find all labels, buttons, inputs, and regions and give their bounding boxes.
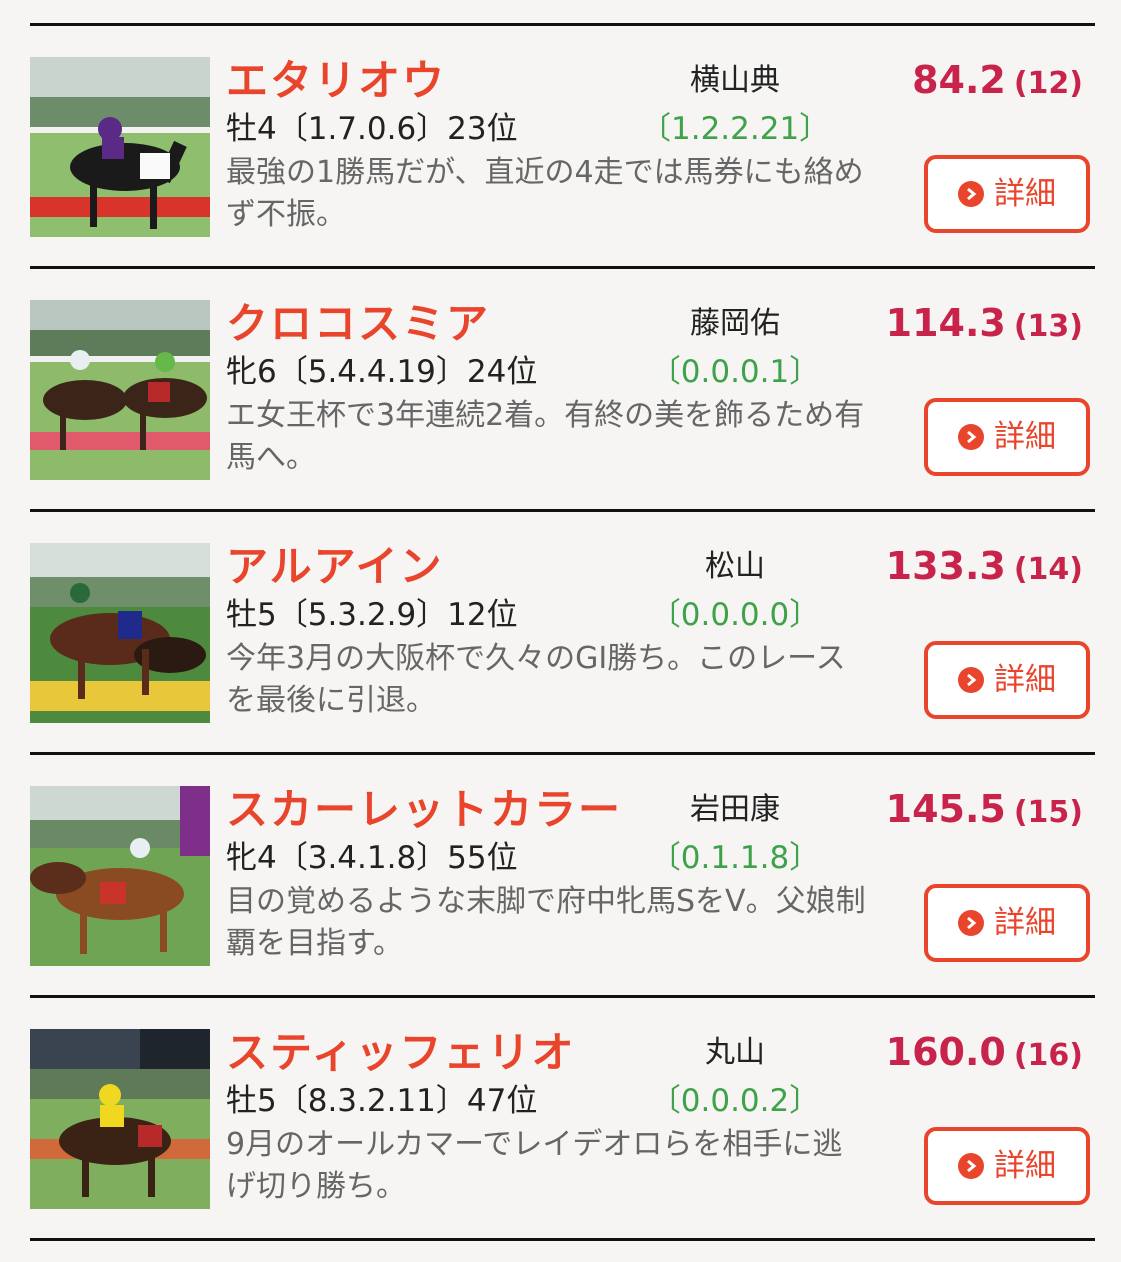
detail-button[interactable]: 詳細 xyxy=(924,1127,1090,1205)
detail-button-label: 詳細 xyxy=(994,176,1056,212)
course-record: 〔0.1.1.8〕 xyxy=(649,840,821,876)
jockey-name: 丸山 xyxy=(705,1035,765,1070)
detail-button[interactable]: 詳細 xyxy=(924,155,1090,233)
horse-profile: 牝4〔3.4.1.8〕55位 xyxy=(226,840,518,876)
odds-display: 84.2 (12) xyxy=(912,57,1083,111)
odds-value: 114.3 xyxy=(885,301,1006,345)
chevron-right-icon xyxy=(958,910,984,936)
detail-button-label: 詳細 xyxy=(994,419,1056,455)
detail-button[interactable]: 詳細 xyxy=(924,641,1090,719)
chevron-right-icon xyxy=(958,667,984,693)
horse-name[interactable]: アルアイン xyxy=(226,541,443,593)
horse-name[interactable]: スカーレットカラー xyxy=(226,784,622,836)
popularity-rank: (14) xyxy=(1013,552,1083,587)
odds-value: 145.5 xyxy=(885,787,1006,831)
horse-photo[interactable] xyxy=(30,543,210,723)
horse-entry: アルアイン 松山 133.3 (14) 牡5〔5.3.2.9〕12位 〔0.0.0… xyxy=(0,511,1121,754)
horse-photo[interactable] xyxy=(30,57,210,237)
horse-entry: スカーレットカラー 岩田康 145.5 (15) 牝4〔3.4.1.8〕55位 〔… xyxy=(0,754,1121,997)
horse-profile: 牝6〔5.4.4.19〕24位 xyxy=(226,354,538,390)
horse-list: エタリオウ 横山典 84.2 (12) 牡4〔1.7.0.6〕23位 〔1.2.2… xyxy=(0,0,1121,1262)
detail-button-label: 詳細 xyxy=(994,905,1056,941)
odds-display: 133.3 (14) xyxy=(886,543,1083,597)
horse-profile: 牡5〔8.3.2.11〕47位 xyxy=(226,1083,538,1119)
horse-entry: エタリオウ 横山典 84.2 (12) 牡4〔1.7.0.6〕23位 〔1.2.2… xyxy=(0,25,1121,268)
odds-display: 114.3 (13) xyxy=(886,300,1083,354)
jockey-name: 松山 xyxy=(705,549,765,584)
odds-display: 160.0 (16) xyxy=(886,1029,1083,1083)
odds-display: 145.5 (15) xyxy=(886,786,1083,840)
horse-profile: 牡5〔5.3.2.9〕12位 xyxy=(226,597,518,633)
horse-comment: エ女王杯で3年連続2着。有終の美を飾るため有馬へ。 xyxy=(226,398,865,475)
chevron-right-icon xyxy=(958,424,984,450)
divider xyxy=(30,1238,1095,1241)
detail-button-label: 詳細 xyxy=(994,1148,1056,1184)
course-record: 〔1.2.2.21〕 xyxy=(640,111,831,147)
jockey-name: 横山典 xyxy=(690,63,780,98)
jockey-name: 藤岡佑 xyxy=(690,306,780,341)
horse-entry: スティッフェリオ 丸山 160.0 (16) 牡5〔8.3.2.11〕47位 〔0… xyxy=(0,997,1121,1240)
course-record: 〔0.0.0.1〕 xyxy=(649,354,821,390)
popularity-rank: (15) xyxy=(1013,795,1083,830)
odds-value: 133.3 xyxy=(885,544,1006,588)
detail-button[interactable]: 詳細 xyxy=(924,398,1090,476)
horse-photo[interactable] xyxy=(30,1029,210,1209)
popularity-rank: (16) xyxy=(1013,1038,1083,1073)
horse-name[interactable]: スティッフェリオ xyxy=(226,1027,575,1079)
horse-name[interactable]: クロコスミア xyxy=(226,298,490,350)
jockey-name: 岩田康 xyxy=(690,792,780,827)
detail-button[interactable]: 詳細 xyxy=(924,884,1090,962)
horse-entry: クロコスミア 藤岡佑 114.3 (13) 牝6〔5.4.4.19〕24位 〔0.… xyxy=(0,268,1121,511)
horse-profile: 牡4〔1.7.0.6〕23位 xyxy=(226,111,518,147)
popularity-rank: (13) xyxy=(1013,309,1083,344)
horse-comment: 最強の1勝馬だが、直近の4走では馬券にも絡めず不振。 xyxy=(226,155,864,232)
odds-value: 160.0 xyxy=(885,1030,1006,1074)
horse-photo[interactable] xyxy=(30,300,210,480)
horse-name[interactable]: エタリオウ xyxy=(226,55,446,107)
course-record: 〔0.0.0.2〕 xyxy=(649,1083,821,1119)
horse-photo[interactable] xyxy=(30,786,210,966)
chevron-right-icon xyxy=(958,181,984,207)
odds-value: 84.2 xyxy=(912,58,1006,102)
popularity-rank: (12) xyxy=(1013,66,1083,101)
horse-comment: 今年3月の大阪杯で久々のGI勝ち。このレースを最後に引退。 xyxy=(226,641,846,718)
horse-comment: 9月のオールカマーでレイデオロらを相手に逃げ切り勝ち。 xyxy=(226,1127,843,1204)
chevron-right-icon xyxy=(958,1153,984,1179)
detail-button-label: 詳細 xyxy=(994,662,1056,698)
course-record: 〔0.0.0.0〕 xyxy=(649,597,821,633)
horse-comment: 目の覚めるような末脚で府中牝馬SをV。父娘制覇を目指す。 xyxy=(226,884,866,961)
